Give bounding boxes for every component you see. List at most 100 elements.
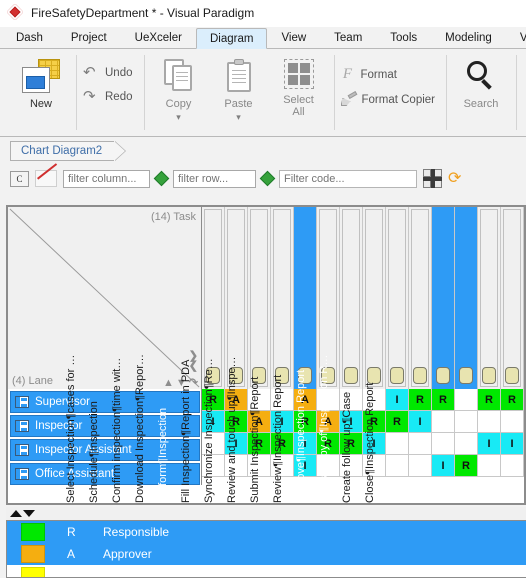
select-all-button[interactable]: Select All bbox=[269, 53, 329, 118]
matrix-cell[interactable] bbox=[478, 411, 501, 433]
copy-button[interactable]: Copy ▾ bbox=[149, 53, 209, 123]
matrix-cell[interactable] bbox=[386, 455, 409, 477]
column-header-label: Review¶Inspection Report bbox=[272, 374, 284, 503]
redo-label: Redo bbox=[105, 91, 133, 103]
lane-icon bbox=[15, 444, 29, 456]
column-header-label: Select Inspection¶cases for next... bbox=[65, 353, 77, 503]
matrix-cell[interactable]: R bbox=[501, 389, 524, 411]
matrix-cell[interactable] bbox=[455, 411, 478, 433]
matrix-cell[interactable] bbox=[455, 433, 478, 455]
column-header-body bbox=[411, 209, 429, 387]
copy-chevron-down-icon[interactable]: ▾ bbox=[176, 112, 181, 123]
format-icon: F bbox=[342, 66, 353, 82]
format-button[interactable]: F Format bbox=[339, 61, 403, 88]
matrix-cell[interactable] bbox=[409, 433, 432, 455]
matrix-cell[interactable]: I bbox=[478, 433, 501, 455]
matrix-cell[interactable] bbox=[432, 411, 455, 433]
column-header-body bbox=[434, 209, 452, 387]
add-icon[interactable] bbox=[423, 169, 442, 188]
matrix-cell[interactable] bbox=[432, 433, 455, 455]
matrix-column-header[interactable]: Print a copy of¶Inspection Repor... bbox=[318, 207, 478, 503]
undo-button[interactable]: ↶ Undo bbox=[81, 61, 139, 85]
new-button[interactable]: New bbox=[11, 53, 71, 110]
matrix-cell[interactable]: R bbox=[432, 389, 455, 411]
column-header-label: Perform¶Inspection bbox=[157, 407, 169, 503]
column-header-label: Close¶Inspection Report bbox=[364, 382, 376, 503]
matrix-column-header[interactable]: Approve¶Inspection Report bbox=[295, 207, 455, 503]
undo-label: Undo bbox=[105, 67, 133, 79]
legend-row[interactable]: R Responsible bbox=[7, 521, 526, 543]
filter-column-diamond-icon[interactable] bbox=[153, 170, 170, 187]
ribbon-group-search: Search bbox=[446, 51, 516, 136]
ribbon-group-new: New bbox=[6, 51, 76, 136]
filter-code-input[interactable] bbox=[279, 169, 417, 188]
matrix-cell[interactable]: R bbox=[409, 389, 432, 411]
redo-icon: ↷ bbox=[83, 88, 96, 105]
matrix-column-header[interactable]: Create follow up¶Case bbox=[341, 207, 501, 503]
matrix-cell[interactable]: I bbox=[501, 433, 524, 455]
breadcrumb-chart-diagram[interactable]: Chart Diagram2 bbox=[10, 141, 115, 161]
undo-icon: ↶ bbox=[83, 64, 96, 81]
filter-toolbar: C ⟳ bbox=[0, 163, 526, 192]
tab-tools[interactable]: Tools bbox=[376, 27, 431, 48]
c-toggle-button[interactable]: C bbox=[10, 170, 29, 187]
column-header-body bbox=[503, 209, 521, 387]
matrix-cell[interactable]: R bbox=[455, 455, 478, 477]
redo-button[interactable]: ↷ Redo bbox=[81, 85, 139, 109]
matrix-cell[interactable] bbox=[409, 455, 432, 477]
matrix-column-header[interactable]: Submit Inspection¶Report bbox=[249, 207, 409, 503]
legend-label: Responsible bbox=[103, 525, 170, 539]
panel-splitter[interactable] bbox=[6, 507, 526, 520]
search-label: Search bbox=[463, 98, 499, 110]
ribbon-group-history: ↶ Undo ↷ Redo bbox=[76, 51, 144, 136]
matrix-cell[interactable]: I bbox=[409, 411, 432, 433]
new-button-label: New bbox=[29, 98, 52, 110]
matrix-cell[interactable] bbox=[478, 455, 501, 477]
select-all-label-line1: Select bbox=[283, 94, 314, 106]
application-window: FireSafetyDepartment * - Visual Paradigm… bbox=[0, 0, 526, 578]
matrix-cell[interactable]: R bbox=[386, 411, 409, 433]
matrix-column-header[interactable]: Close¶Inspection Report bbox=[364, 207, 524, 503]
column-header-label: Submit Inspection¶Report bbox=[249, 376, 261, 503]
tab-team[interactable]: Team bbox=[320, 27, 376, 48]
matrix-cell[interactable]: I bbox=[386, 389, 409, 411]
task-icon bbox=[482, 367, 496, 384]
matrix-cell[interactable]: I bbox=[432, 455, 455, 477]
format-copier-button[interactable]: Format Copier bbox=[339, 88, 442, 112]
tab-more[interactable]: V bbox=[506, 27, 526, 48]
legend-row[interactable] bbox=[7, 565, 526, 577]
tab-project[interactable]: Project bbox=[57, 27, 121, 48]
paste-button[interactable]: Paste ▾ bbox=[209, 53, 269, 123]
filter-row-input[interactable] bbox=[173, 169, 256, 188]
paste-icon bbox=[225, 59, 253, 93]
splitter-down-icon[interactable] bbox=[23, 510, 35, 517]
ribbon-toolbar: New ↶ Undo ↷ Redo Copy ▾ Paste ▾ Select … bbox=[0, 49, 526, 137]
matrix-column-headers: Select Inspection¶cases for next... Sched… bbox=[65, 207, 524, 503]
splitter-up-icon[interactable] bbox=[10, 510, 22, 517]
tab-modeling[interactable]: Modeling bbox=[431, 27, 506, 48]
column-header-label: Download Inspection¶Report to ... bbox=[134, 353, 146, 503]
matrix-cell[interactable]: R bbox=[478, 389, 501, 411]
lane-icon bbox=[15, 420, 29, 432]
matrix-cell[interactable] bbox=[455, 389, 478, 411]
search-button[interactable]: Search bbox=[451, 53, 511, 110]
legend-color-swatch bbox=[21, 567, 45, 577]
legend-panel: R Responsible A Approver bbox=[6, 520, 526, 578]
select-all-label-line2: All bbox=[292, 106, 305, 118]
matrix-cell[interactable] bbox=[501, 411, 524, 433]
tab-uexceler[interactable]: UeXceler bbox=[121, 27, 196, 48]
group-button[interactable]: Group bbox=[521, 53, 526, 106]
tab-diagram[interactable]: Diagram bbox=[195, 28, 268, 49]
legend-color-swatch bbox=[21, 523, 45, 541]
tab-dash[interactable]: Dash bbox=[2, 27, 57, 48]
refresh-icon[interactable]: ⟳ bbox=[448, 170, 466, 188]
matrix-cell[interactable] bbox=[501, 455, 524, 477]
matrix-cell[interactable] bbox=[386, 433, 409, 455]
filter-row-diamond-icon[interactable] bbox=[259, 170, 276, 187]
tab-view[interactable]: View bbox=[267, 27, 320, 48]
filter-column-input[interactable] bbox=[63, 169, 150, 188]
paste-chevron-down-icon[interactable]: ▾ bbox=[236, 112, 241, 123]
clear-filter-icon[interactable] bbox=[35, 163, 57, 187]
legend-row[interactable]: A Approver bbox=[7, 543, 526, 565]
matrix-column-header[interactable]: Review¶Inspection Report bbox=[272, 207, 432, 503]
